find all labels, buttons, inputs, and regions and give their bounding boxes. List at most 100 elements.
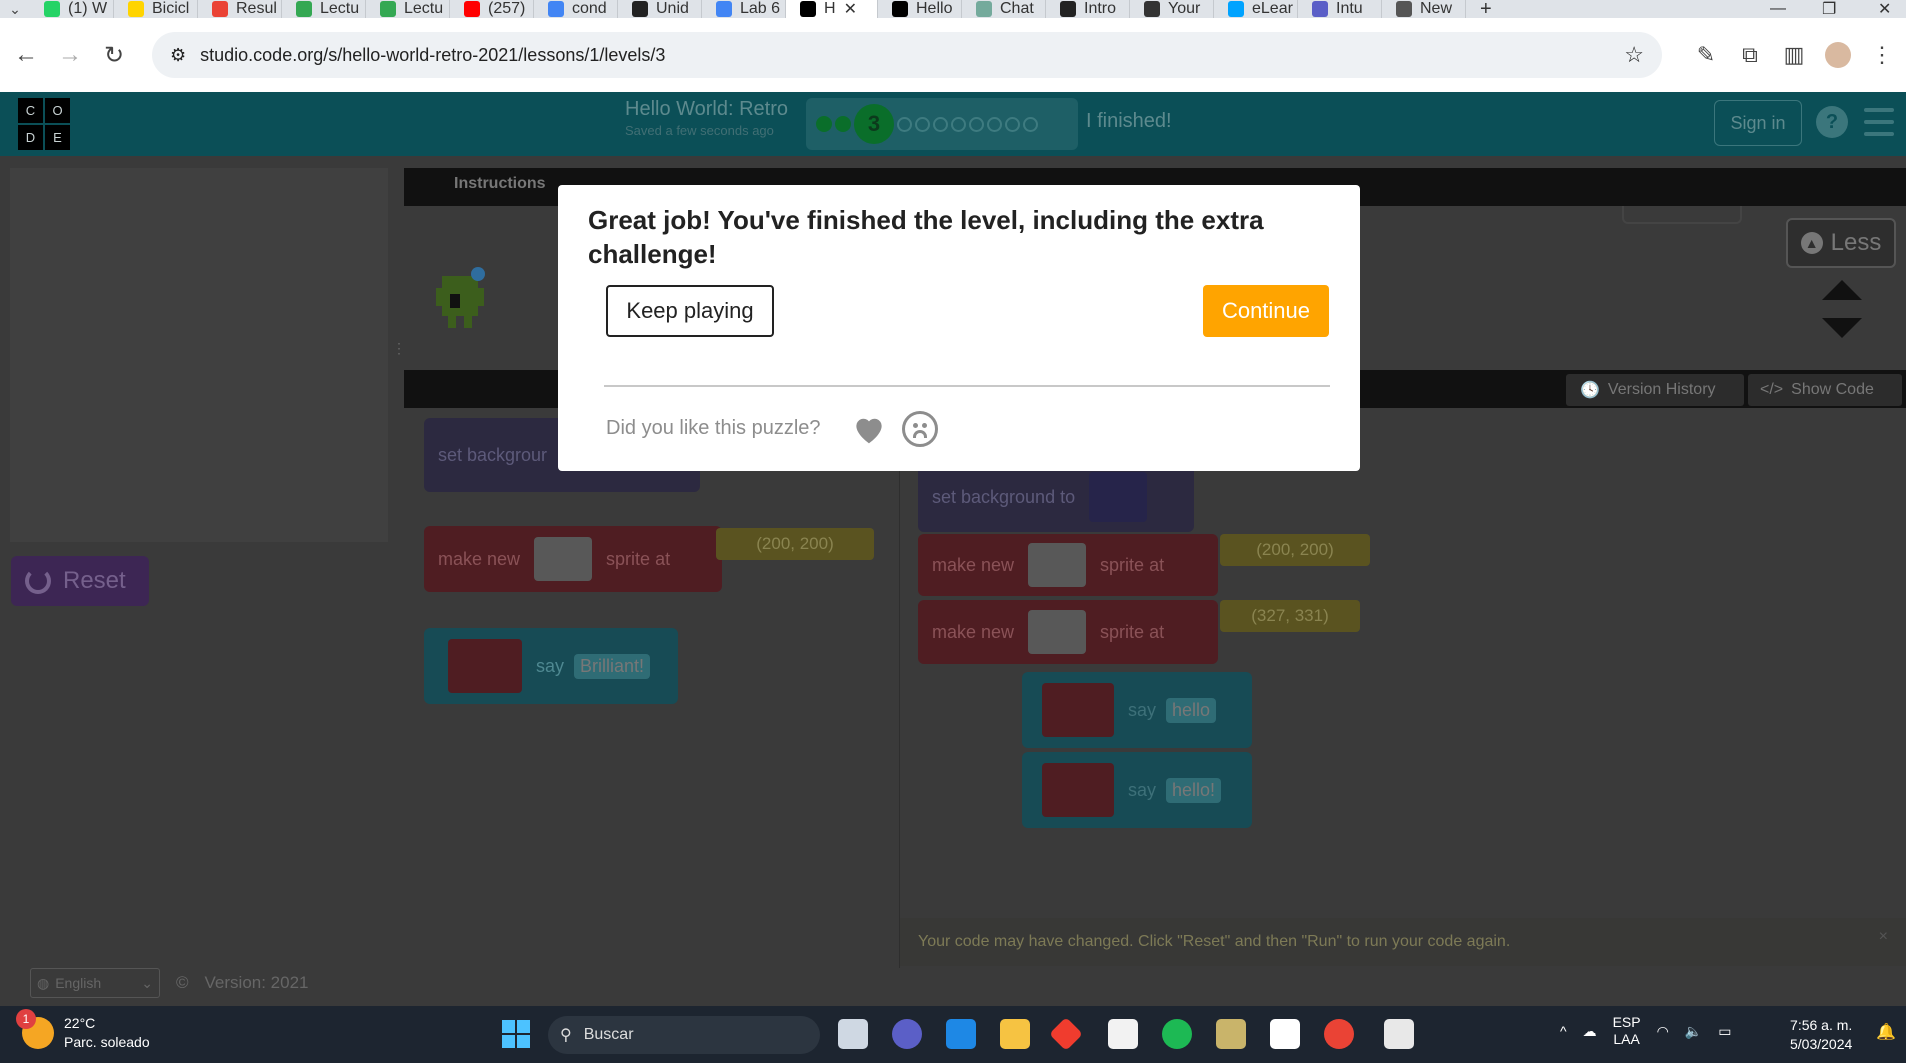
- close-icon[interactable]: ×: [1879, 928, 1888, 946]
- level-dot[interactable]: [951, 116, 966, 132]
- browser-tab[interactable]: cond: [534, 0, 618, 18]
- sprite-dropdown[interactable]: [448, 639, 522, 693]
- background-dropdown[interactable]: [1089, 472, 1148, 522]
- start-menu-icon[interactable]: [502, 1020, 530, 1048]
- browser-menu-icon[interactable]: ⋮: [1860, 33, 1904, 77]
- level-dot[interactable]: [1023, 116, 1038, 132]
- level-dot[interactable]: [987, 116, 1002, 132]
- project-title[interactable]: Hello World: Retro: [625, 98, 788, 121]
- profile-avatar[interactable]: [1816, 33, 1860, 77]
- app-icon[interactable]: [1216, 1019, 1246, 1049]
- notion-icon[interactable]: [1270, 1019, 1300, 1049]
- git-icon[interactable]: [1049, 1017, 1083, 1051]
- resize-handle[interactable]: ⋮: [392, 340, 406, 370]
- hamburger-menu-icon[interactable]: [1864, 108, 1894, 136]
- lang-bottom[interactable]: LAA: [1613, 1031, 1641, 1048]
- make-new-sprite-block[interactable]: make new sprite at: [918, 600, 1218, 664]
- say-block[interactable]: say Brilliant!: [424, 628, 678, 704]
- sprite-dropdown[interactable]: [1042, 763, 1114, 817]
- level-dot[interactable]: [933, 116, 948, 132]
- puzzle-extensions-icon[interactable]: ⧉: [1728, 33, 1772, 77]
- snipping-tool-icon[interactable]: [1384, 1019, 1414, 1049]
- sprite-dropdown[interactable]: [1028, 543, 1087, 587]
- extension-icon[interactable]: ✎: [1684, 33, 1728, 77]
- make-new-sprite-block[interactable]: make new sprite at: [424, 526, 722, 592]
- file-explorer-icon[interactable]: [1000, 1019, 1030, 1049]
- volume-icon[interactable]: 🔈: [1685, 1023, 1702, 1040]
- chevron-up-icon[interactable]: ^: [1560, 1023, 1567, 1039]
- set-background-block[interactable]: set background to: [918, 462, 1194, 532]
- tab-instructions[interactable]: Instructions: [454, 175, 546, 193]
- reset-button[interactable]: Reset: [11, 556, 149, 606]
- browser-tab[interactable]: Resul: [198, 0, 282, 18]
- sprite-dropdown[interactable]: [1028, 610, 1087, 654]
- lang-top[interactable]: ESP: [1613, 1014, 1641, 1031]
- sprite-dropdown[interactable]: [534, 537, 593, 581]
- scroll-down-icon[interactable]: [1822, 318, 1862, 338]
- browser-tab[interactable]: Hello: [878, 0, 962, 18]
- show-code-button[interactable]: </> Show Code: [1748, 374, 1902, 406]
- version-history-button[interactable]: 🕓 Version History: [1566, 374, 1744, 406]
- sign-in-button[interactable]: Sign in: [1714, 100, 1802, 146]
- level-dot[interactable]: [897, 116, 912, 132]
- browser-tab[interactable]: Your: [1130, 0, 1214, 18]
- level-dot[interactable]: [915, 116, 930, 132]
- level-dot[interactable]: [816, 116, 832, 132]
- browser-tab[interactable]: H ✕: [786, 0, 878, 18]
- minimize-button[interactable]: —: [1770, 0, 1786, 18]
- current-level-badge[interactable]: 3: [854, 104, 894, 144]
- meet-icon[interactable]: [892, 1019, 922, 1049]
- bookmark-star-icon[interactable]: ☆: [1624, 42, 1644, 68]
- game-canvas[interactable]: [10, 168, 388, 542]
- onedrive-icon[interactable]: ☁: [1583, 1023, 1597, 1040]
- spotify-icon[interactable]: [1162, 1019, 1192, 1049]
- frown-face-icon[interactable]: [902, 411, 938, 447]
- store-icon[interactable]: [1108, 1019, 1138, 1049]
- forward-icon[interactable]: →: [48, 33, 92, 77]
- task-view-icon[interactable]: [838, 1019, 868, 1049]
- level-dot[interactable]: [969, 116, 984, 132]
- url-field[interactable]: ⚙ studio.code.org/s/hello-world-retro-20…: [152, 32, 1662, 78]
- back-icon[interactable]: ←: [4, 33, 48, 77]
- site-info-icon[interactable]: ⚙: [170, 45, 186, 66]
- weather-widget[interactable]: 1 22°C Parc. soleado: [16, 1009, 150, 1052]
- say-block[interactable]: say hello!: [1022, 752, 1252, 828]
- make-new-sprite-block[interactable]: make new sprite at: [918, 534, 1218, 596]
- level-dot[interactable]: [1005, 116, 1020, 132]
- browser-tab[interactable]: (257): [450, 0, 534, 18]
- coordinates-input[interactable]: (200, 200): [1220, 534, 1370, 566]
- copyright-icon[interactable]: ©: [176, 973, 189, 993]
- language-select[interactable]: ◍ English ⌄: [30, 968, 160, 998]
- heart-icon[interactable]: [850, 409, 888, 449]
- sprite-dropdown[interactable]: [1042, 683, 1114, 737]
- finished-link[interactable]: I finished!: [1086, 110, 1172, 133]
- level-dot[interactable]: [835, 116, 851, 132]
- wifi-icon[interactable]: ◠: [1657, 1023, 1669, 1040]
- clock[interactable]: 7:56 a. m. 5/03/2024: [1790, 1016, 1852, 1054]
- less-button[interactable]: ▲ Less: [1786, 218, 1896, 268]
- audio-controls[interactable]: [1622, 206, 1742, 224]
- browser-tab[interactable]: Lectu: [366, 0, 450, 18]
- notifications-icon[interactable]: 🔔: [1876, 1022, 1896, 1042]
- coordinates-input[interactable]: (200, 200): [716, 528, 874, 560]
- reload-icon[interactable]: ↻: [92, 33, 136, 77]
- vscode-icon[interactable]: [946, 1019, 976, 1049]
- browser-tab[interactable]: Unid: [618, 0, 702, 18]
- taskbar-search[interactable]: ⚲ Buscar: [548, 1016, 820, 1054]
- browser-tab[interactable]: Chat: [962, 0, 1046, 18]
- coordinates-input[interactable]: (327, 331): [1220, 600, 1360, 632]
- browser-tab[interactable]: eLear: [1214, 0, 1298, 18]
- say-text-input[interactable]: hello!: [1166, 777, 1222, 803]
- tab-search-icon[interactable]: ⌄: [0, 0, 30, 18]
- browser-tab[interactable]: Lectu: [282, 0, 366, 18]
- keep-playing-button[interactable]: Keep playing: [606, 285, 774, 337]
- close-window-button[interactable]: ✕: [1878, 0, 1891, 19]
- battery-icon[interactable]: ▭: [1718, 1023, 1731, 1040]
- browser-tab[interactable]: (1) W: [30, 0, 114, 18]
- browser-tab[interactable]: Intro: [1046, 0, 1130, 18]
- browser-tab[interactable]: Bicicl: [114, 0, 198, 18]
- say-text-input[interactable]: hello: [1166, 697, 1217, 723]
- close-tab-icon[interactable]: ✕: [844, 0, 857, 18]
- browser-tab[interactable]: Lab 6: [702, 0, 786, 18]
- browser-tab[interactable]: New: [1382, 0, 1466, 18]
